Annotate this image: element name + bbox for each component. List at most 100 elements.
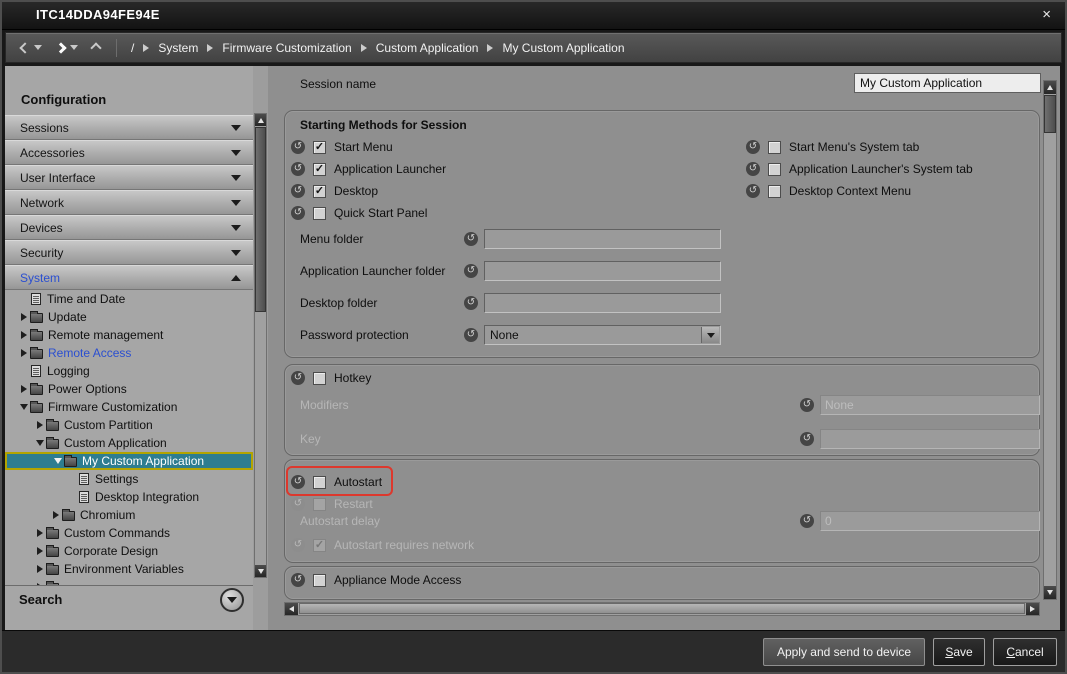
tree-item-firmware-customization[interactable]: Firmware Customization [5, 398, 253, 416]
reset-icon[interactable]: ↺ [291, 206, 305, 220]
content-vertical-scrollbar[interactable] [1043, 80, 1057, 600]
search-expand-button[interactable] [220, 588, 244, 612]
application-launcher-system-tab-checkbox[interactable] [768, 163, 781, 176]
reset-icon[interactable]: ↺ [464, 328, 478, 342]
expand-arrow-icon[interactable] [17, 313, 30, 321]
expand-arrow-icon[interactable] [33, 565, 46, 573]
up-button[interactable] [90, 42, 101, 53]
scroll-down-button[interactable] [255, 565, 266, 577]
reset-icon[interactable]: ↺ [464, 232, 478, 246]
collapse-arrow-icon[interactable] [33, 440, 46, 446]
breadcrumb-item-firmware-customization[interactable]: Firmware Customization [222, 41, 351, 55]
tree-item-custom-partition[interactable]: Custom Partition [5, 416, 253, 434]
content-horizontal-scrollbar[interactable] [284, 602, 1040, 616]
scroll-up-button[interactable] [1044, 81, 1056, 94]
tree-item-remote-access[interactable]: Remote Access [5, 344, 253, 362]
sidebar-section-system[interactable]: System [5, 265, 253, 290]
breadcrumb-item-custom-application[interactable]: Custom Application [376, 41, 479, 55]
reset-icon[interactable]: ↺ [746, 162, 760, 176]
reset-icon[interactable]: ↺ [800, 398, 814, 412]
reset-icon[interactable]: ↺ [746, 140, 760, 154]
tree-item-chromium[interactable]: Chromium [5, 506, 253, 524]
sidebar-section-devices[interactable]: Devices [5, 215, 253, 240]
scroll-up-button[interactable] [255, 114, 266, 126]
breadcrumb-item-my-custom-application[interactable]: My Custom Application [502, 41, 624, 55]
reset-icon[interactable]: ↺ [291, 573, 305, 587]
sidebar-section-security[interactable]: Security [5, 240, 253, 265]
dropdown-button[interactable] [701, 327, 719, 343]
reset-icon[interactable]: ↺ [464, 296, 478, 310]
tree-item-desktop-integration[interactable]: Desktop Integration [5, 488, 253, 506]
tree-item-environment-variables[interactable]: Environment Variables [5, 560, 253, 578]
scroll-down-icon [258, 569, 264, 574]
scrollbar-thumb[interactable] [255, 127, 266, 312]
forward-button[interactable] [57, 44, 78, 52]
reset-icon[interactable]: ↺ [464, 264, 478, 278]
save-button[interactable]: Save [933, 638, 985, 666]
back-history-dropdown-icon[interactable] [34, 45, 42, 50]
start-menu-system-tab-checkbox[interactable] [768, 141, 781, 154]
expand-arrow-icon[interactable] [33, 421, 46, 429]
forward-history-dropdown-icon[interactable] [70, 45, 78, 50]
scroll-down-button[interactable] [1044, 586, 1056, 599]
desktop-folder-input[interactable] [484, 293, 721, 313]
tree-item-update[interactable]: Update [5, 308, 253, 326]
close-icon[interactable]: × [1042, 7, 1051, 22]
expand-arrow-icon[interactable] [17, 385, 30, 393]
sidebar-scrollbar[interactable] [254, 113, 267, 578]
tree-item-settings[interactable]: Settings [5, 470, 253, 488]
reset-icon[interactable]: ↺ [291, 184, 305, 198]
scrollbar-thumb[interactable] [1044, 95, 1056, 133]
start-menu-checkbox[interactable]: ✓ [313, 141, 326, 154]
sidebar-section-sessions[interactable]: Sessions [5, 115, 253, 140]
expand-arrow-icon[interactable] [33, 547, 46, 555]
expand-arrow-icon[interactable] [49, 511, 62, 519]
sidebar-section-accessories[interactable]: Accessories [5, 140, 253, 165]
sidebar-section-user-interface[interactable]: User Interface [5, 165, 253, 190]
scroll-right-button[interactable] [1026, 603, 1039, 615]
reset-icon[interactable]: ↺ [746, 184, 760, 198]
breadcrumb-root[interactable]: / [131, 41, 134, 55]
cancel-button[interactable]: Cancel [993, 638, 1057, 666]
desktop-checkbox[interactable]: ✓ [313, 185, 326, 198]
password-protection-dropdown[interactable]: None [484, 325, 721, 345]
scroll-left-button[interactable] [285, 603, 298, 615]
tree-item-logging[interactable]: Logging [5, 362, 253, 380]
restart-checkbox [313, 498, 326, 511]
search-bar: Search [5, 585, 253, 613]
reset-icon[interactable]: ↺ [800, 514, 814, 528]
application-launcher-checkbox[interactable]: ✓ [313, 163, 326, 176]
collapse-arrow-icon[interactable] [17, 404, 30, 410]
expand-arrow-icon[interactable] [17, 331, 30, 339]
sidebar-section-network[interactable]: Network [5, 190, 253, 215]
tree-item-my-custom-application[interactable]: My Custom Application [5, 452, 253, 470]
autostart-highlight [286, 466, 393, 496]
menu-folder-input[interactable] [484, 229, 721, 249]
reset-icon[interactable]: ↺ [800, 432, 814, 446]
tree-item-corporate-design[interactable]: Corporate Design [5, 542, 253, 560]
appliance-mode-access-checkbox[interactable] [313, 574, 326, 587]
hotkey-checkbox[interactable] [313, 372, 326, 385]
desktop-context-menu-checkbox[interactable] [768, 185, 781, 198]
tree-item-remote-management[interactable]: Remote management [5, 326, 253, 344]
collapse-arrow-icon[interactable] [51, 458, 64, 464]
breadcrumb-item-system[interactable]: System [158, 41, 198, 55]
reset-icon[interactable]: ↺ [291, 140, 305, 154]
tree-item-time-and-date[interactable]: Time and Date [5, 290, 253, 308]
reset-icon[interactable]: ↺ [291, 371, 305, 385]
application-launcher-folder-input[interactable] [484, 261, 721, 281]
tree-item-custom-application[interactable]: Custom Application [5, 434, 253, 452]
session-name-input[interactable] [854, 73, 1041, 93]
action-bar: Apply and send to device Save Cancel [2, 630, 1065, 672]
reset-icon[interactable]: ↺ [291, 162, 305, 176]
expand-arrow-icon[interactable] [17, 349, 30, 357]
tree-item-power-options[interactable]: Power Options [5, 380, 253, 398]
tree-item-custom-commands[interactable]: Custom Commands [5, 524, 253, 542]
back-button[interactable] [21, 44, 42, 52]
apply-and-send-button[interactable]: Apply and send to device [763, 638, 925, 666]
search-label: Search [19, 592, 62, 607]
expand-arrow-icon[interactable] [33, 529, 46, 537]
folder-icon [30, 313, 43, 323]
quick-start-panel-checkbox[interactable] [313, 207, 326, 220]
scrollbar-thumb[interactable] [299, 603, 1025, 614]
